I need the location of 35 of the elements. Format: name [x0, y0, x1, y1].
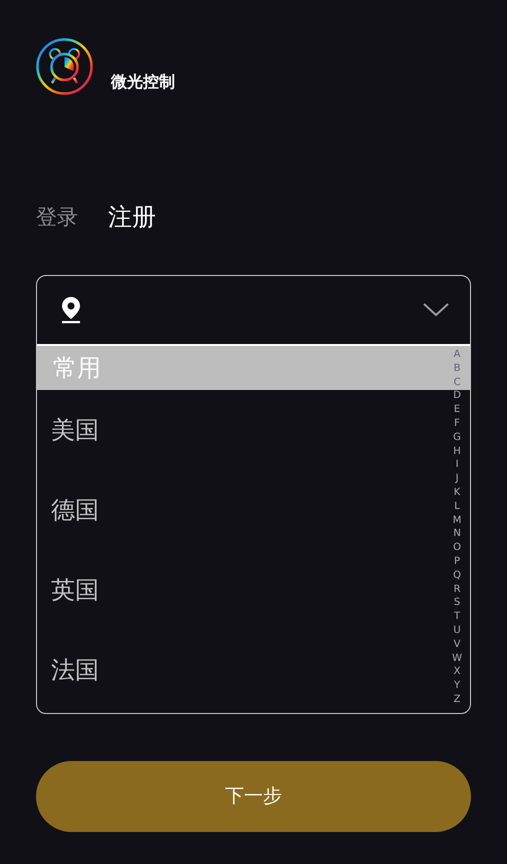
country-item[interactable]: 美国 — [37, 390, 440, 470]
tab[interactable]: 登录 — [36, 207, 78, 228]
index-letter[interactable]: H — [453, 444, 461, 458]
index-letter[interactable]: N — [453, 527, 461, 542]
index-letter[interactable]: D — [453, 389, 461, 404]
index-letter[interactable]: J — [456, 472, 459, 486]
index-letter[interactable]: T — [454, 610, 460, 624]
index-letter[interactable]: R — [454, 582, 461, 596]
country-item[interactable]: 英国 — [37, 550, 440, 630]
index-letter[interactable]: S — [454, 596, 460, 610]
index-letter[interactable]: W — [452, 652, 462, 666]
index-letter[interactable]: M — [452, 514, 462, 528]
index-letter[interactable]: K — [454, 486, 460, 500]
index-letter[interactable]: V — [454, 638, 460, 652]
country-item[interactable]: 法国 — [37, 630, 440, 710]
tab[interactable]: 注册 — [108, 205, 156, 229]
index-letter[interactable]: L — [454, 500, 460, 514]
alarm-clock-logo — [36, 38, 93, 95]
index-letter[interactable]: Q — [453, 568, 461, 583]
country-item[interactable]: 德国 — [37, 470, 440, 550]
index-letter[interactable]: I — [456, 458, 459, 472]
index-letter[interactable]: F — [454, 416, 460, 431]
index-letter[interactable]: P — [454, 554, 460, 569]
index-letter[interactable]: U — [453, 624, 461, 638]
app-name: 微光控制 — [111, 71, 175, 93]
index-letter[interactable]: O — [453, 541, 461, 555]
index-letter[interactable]: X — [454, 665, 460, 680]
section-title: 常用 — [53, 353, 101, 384]
index-letter[interactable]: Z — [454, 692, 460, 707]
location-pin-icon — [59, 296, 83, 324]
index-letter[interactable]: G — [453, 430, 461, 445]
index-letter[interactable]: Y — [454, 679, 460, 693]
chevron-down-icon — [422, 302, 450, 318]
next-button[interactable]: 下一步 — [36, 761, 471, 832]
index-letter[interactable]: E — [454, 403, 460, 417]
